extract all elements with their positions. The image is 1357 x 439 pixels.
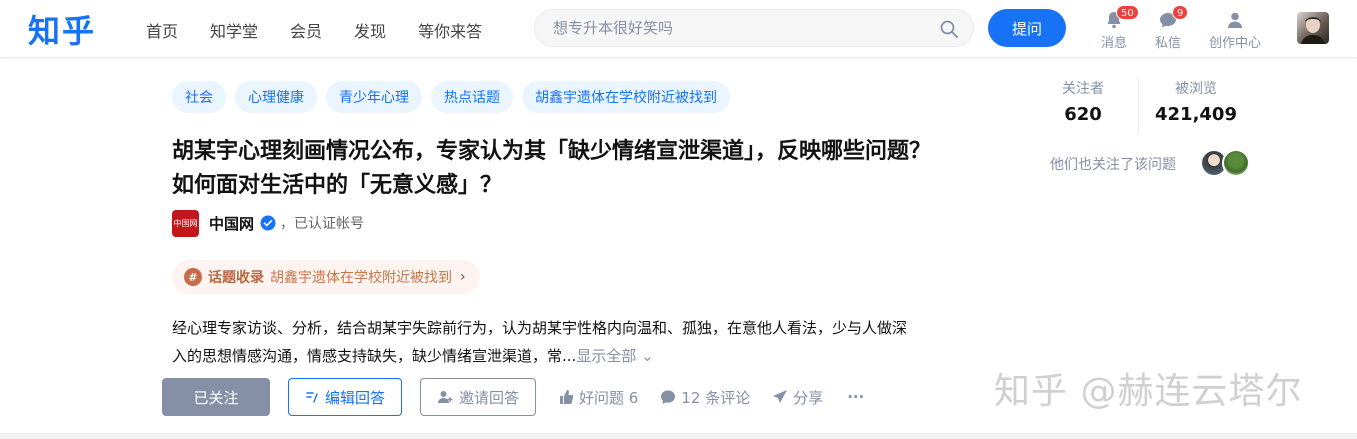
also-followed-avatars[interactable] (1200, 149, 1252, 177)
author-name[interactable]: 中国网 (209, 213, 254, 234)
views-stat: 被浏览 421,409 (1146, 78, 1246, 125)
messages-button[interactable]: 50 消息 (1089, 5, 1139, 51)
topic-tags: 社会 心理健康 青少年心理 热点话题 胡鑫宇遗体在学校附近被找到 (172, 81, 739, 113)
share-icon (773, 390, 788, 403)
nav-home[interactable]: 首页 (146, 18, 178, 42)
private-messages-label: 私信 (1154, 36, 1181, 51)
nav-zhixuetang[interactable]: 知学堂 (210, 18, 258, 42)
invite-user-icon (438, 391, 453, 403)
also-followed-text[interactable]: 他们也关注了该问题 (1050, 154, 1176, 174)
thumbs-up-icon (560, 390, 574, 404)
top-navbar: 知乎 首页 知学堂 会员 发现 等你来答 提问 50 消息 9 私信 创 (0, 0, 1357, 58)
search-bar (534, 9, 974, 47)
share-label: 分享 (793, 388, 824, 407)
search-icon[interactable] (939, 19, 959, 39)
messages-label: 消息 (1100, 36, 1127, 51)
ask-question-button[interactable]: 提问 (988, 9, 1066, 47)
messages-count-badge: 50 (1116, 5, 1139, 20)
comments-label: 12 条评论 (681, 388, 751, 407)
topic-tag[interactable]: 热点话题 (431, 81, 513, 113)
question-title: 胡某宇心理刻画情况公布，专家认为其「缺少情绪宣泄渠道」，反映哪些问题？如何面对生… (172, 139, 932, 198)
collection-label: 话题收录 (208, 270, 264, 286)
share-button[interactable]: 分享 (772, 387, 823, 408)
verified-badge-icon (260, 215, 276, 231)
topic-collection-link[interactable]: # 话题收录 胡鑫宇遗体在学校附近被找到 › (172, 260, 480, 294)
zhihu-watermark: 知乎 @赫连云塔尔 (994, 371, 1303, 412)
views-label: 被浏览 (1175, 81, 1217, 97)
good-question-label: 好问题 6 (579, 388, 639, 407)
nav-vip[interactable]: 会员 (290, 18, 322, 42)
user-icon (1228, 12, 1242, 28)
topic-tag[interactable]: 心理健康 (235, 81, 317, 113)
invite-answer-button[interactable]: 邀请回答 (420, 378, 537, 416)
private-messages-button[interactable]: 9 私信 (1143, 5, 1193, 51)
topic-tag[interactable]: 胡鑫宇遗体在学校附近被找到 (522, 81, 730, 113)
more-options-button[interactable]: ··· (847, 388, 864, 406)
good-question-button[interactable]: 好问题 6 (558, 387, 638, 408)
section-divider (0, 433, 1357, 439)
user-avatar[interactable] (1297, 12, 1329, 44)
followed-button[interactable]: 已关注 (162, 378, 270, 416)
topic-tag[interactable]: 青少年心理 (326, 81, 422, 113)
avatar-portrait-icon (1301, 17, 1325, 44)
edit-answer-button[interactable]: 编辑回答 (288, 378, 403, 416)
question-excerpt: 经心理专家访谈、分析，结合胡某宇失踪前行为，认为胡某宇性格内向温和、孤独，在意他… (172, 314, 912, 370)
hash-icon: # (184, 268, 202, 286)
question-author: 中国网 中国网 ，已认证帐号 (172, 209, 364, 237)
author-logo[interactable]: 中国网 (172, 209, 199, 237)
search-input[interactable] (553, 18, 933, 38)
edit-icon (306, 392, 318, 403)
comment-icon (661, 390, 676, 404)
followers-stat[interactable]: 关注者 620 (1040, 78, 1126, 125)
follower-avatar[interactable] (1222, 149, 1250, 177)
question-actions: 已关注 编辑回答 邀请回答 好问题 6 12 条评论 分享 ··· (162, 378, 864, 416)
invite-answer-label: 邀请回答 (459, 388, 520, 407)
chevron-right-icon: › (460, 269, 466, 285)
nav-discover[interactable]: 发现 (354, 18, 386, 42)
followers-count: 620 (1064, 104, 1102, 125)
topic-tag[interactable]: 社会 (172, 81, 226, 113)
private-messages-count-badge: 9 (1172, 5, 1189, 20)
collection-topic-name: 胡鑫宇遗体在学校附近被找到 (270, 270, 452, 286)
question-stats: 关注者 620 被浏览 421,409 (1040, 78, 1260, 134)
views-count: 421,409 (1155, 104, 1237, 125)
zhihu-logo[interactable]: 知乎 (28, 6, 96, 52)
comments-button[interactable]: 12 条评论 (660, 387, 750, 408)
verified-text: ，已认证帐号 (280, 216, 365, 232)
creator-center-label: 创作中心 (1208, 36, 1261, 51)
main-nav: 首页 知学堂 会员 发现 等你来答 (146, 18, 514, 42)
followers-label: 关注者 (1062, 81, 1104, 97)
creator-center-button[interactable]: 创作中心 (1204, 10, 1266, 51)
excerpt-text: 经心理专家访谈、分析，结合胡某宇失踪前行为，认为胡某宇性格内向温和、孤独，在意他… (172, 319, 908, 365)
stats-divider (1138, 78, 1139, 134)
nav-waiting-answers[interactable]: 等你来答 (418, 18, 482, 42)
edit-answer-label: 编辑回答 (325, 388, 386, 407)
show-all-link[interactable]: 显示全部 ⌄ (576, 347, 653, 365)
